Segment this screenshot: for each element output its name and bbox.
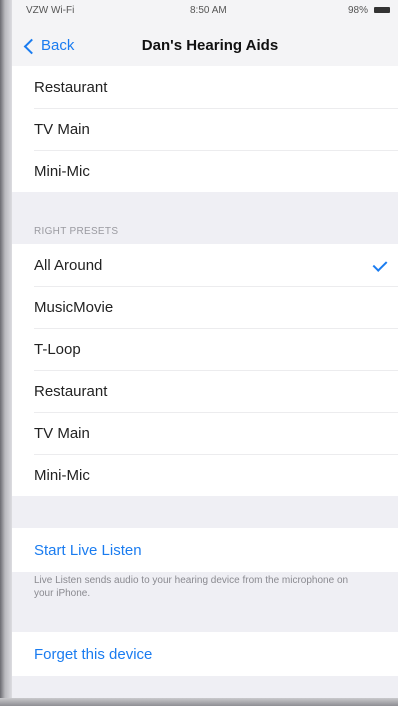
preset-label: Mini-Mic xyxy=(34,162,90,180)
list-item[interactable]: Restaurant xyxy=(12,66,398,108)
preset-label: Restaurant xyxy=(34,382,108,400)
preset-label: TV Main xyxy=(34,424,90,442)
screen: VZW Wi-Fi 8:50 AM 98% Back Dan's Hearing… xyxy=(0,0,398,706)
forget-device-group: Forget this device xyxy=(12,632,398,676)
preset-label: Restaurant xyxy=(34,78,108,96)
list-item[interactable]: Restaurant xyxy=(12,370,398,412)
live-listen-footer: Live Listen sends audio to your hearing … xyxy=(34,575,349,599)
list-item[interactable]: TV Main xyxy=(12,108,398,150)
preset-label: T-Loop xyxy=(34,340,81,358)
list-item[interactable]: TV Main xyxy=(12,412,398,454)
battery-icon xyxy=(374,7,390,13)
section-header-right-presets: RIGHT PRESETS xyxy=(34,226,119,237)
right-presets-list: All Around MusicMovie T-Loop Restaurant … xyxy=(12,244,398,496)
start-live-listen-button[interactable]: Start Live Listen xyxy=(12,528,398,572)
list-item[interactable]: Mini-Mic xyxy=(12,150,398,192)
forget-device-button[interactable]: Forget this device xyxy=(12,632,398,676)
live-listen-group: Start Live Listen xyxy=(12,528,398,572)
list-item[interactable]: T-Loop xyxy=(12,328,398,370)
clock: 8:50 AM xyxy=(190,5,227,16)
list-item[interactable]: Mini-Mic xyxy=(12,454,398,496)
status-bar: VZW Wi-Fi 8:50 AM 98% xyxy=(12,0,398,20)
device-edge-bottom xyxy=(0,698,398,706)
checkmark-icon xyxy=(372,257,388,272)
battery-percent: 98% xyxy=(347,5,368,16)
preset-label: MusicMovie xyxy=(34,298,114,316)
list-item[interactable]: All Around xyxy=(12,244,398,286)
preset-label: TV Main xyxy=(34,120,90,138)
carrier-label: VZW Wi-Fi xyxy=(26,5,75,16)
preset-label: Mini-Mic xyxy=(34,466,90,484)
device-edge xyxy=(0,0,12,706)
preset-label: All Around xyxy=(34,256,103,274)
left-presets-list: Restaurant TV Main Mini-Mic xyxy=(12,66,398,192)
list-item[interactable]: MusicMovie xyxy=(12,286,398,328)
page-title: Dan's Hearing Aids xyxy=(141,37,279,54)
navigation-bar: Back Dan's Hearing Aids xyxy=(12,20,398,72)
